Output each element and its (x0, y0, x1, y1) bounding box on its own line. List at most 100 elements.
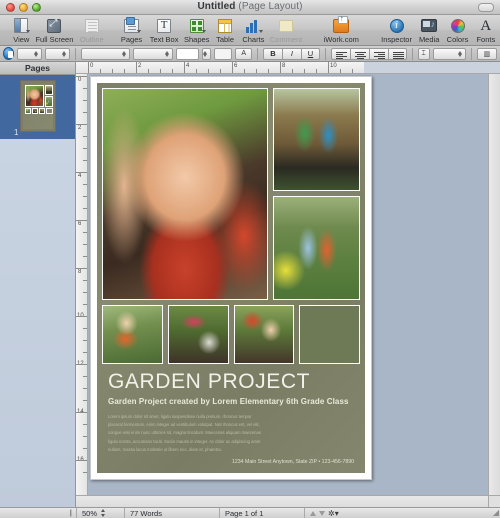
toolbar-label: Colors (446, 35, 469, 44)
text-style-group: B I U (262, 47, 320, 60)
table-icon (218, 18, 233, 33)
format-bar: A B I U ⌶ ▥ (0, 46, 500, 62)
ruler-tick-label: 4 (78, 173, 82, 179)
page-headline[interactable]: GARDEN PROJECT (108, 370, 354, 393)
page-body-text[interactable]: Lorem ipsum dolor sit amet, ligula suspe… (108, 413, 263, 454)
style-drawer-icon[interactable] (3, 47, 15, 60)
toolbar-button-media[interactable]: Media (415, 17, 443, 44)
photo-boy-with-garden-tool[interactable] (102, 305, 163, 364)
inspector-icon: i (389, 18, 404, 33)
font-size-field[interactable] (175, 47, 200, 60)
toolbar-button-iwork-com[interactable]: iWork.com (320, 15, 363, 45)
photo-two-students-on-garden-structure[interactable] (273, 88, 360, 191)
toolbar-label: Charts (242, 35, 265, 44)
bold-button[interactable]: B (262, 47, 282, 60)
paragraph-style-popup[interactable] (17, 47, 43, 60)
fonts-icon: A (480, 17, 492, 34)
vertical-ruler[interactable]: 0 2 4 6 8 10 12 14 16 (76, 74, 88, 495)
thumbnail-page-number: 1 (14, 128, 19, 137)
photo-watering-can-and-plants[interactable] (167, 305, 229, 364)
photo-boy-and-girl-standing-in-garden[interactable] (273, 196, 360, 300)
toolbar-button-charts[interactable]: Charts (239, 17, 267, 44)
align-justify-button[interactable] (387, 47, 407, 60)
chevron-down-icon (136, 30, 141, 33)
collage-row-bottom (102, 305, 360, 364)
toolbar-button-pages[interactable]: Pages (117, 16, 145, 44)
colors-icon (450, 18, 465, 33)
sidebar-resize-grip[interactable]: || (0, 510, 76, 517)
toolbar-button-full-screen[interactable]: Full Screen (35, 17, 73, 45)
ruler-tick-label: 0 (78, 77, 82, 83)
vertical-scrollbar[interactable] (488, 74, 500, 495)
zoom-control[interactable]: 50% (76, 507, 124, 518)
toolbar-button-text-box[interactable]: T Text Box (146, 17, 183, 44)
toolbar-button-inspector[interactable]: i Inspector (378, 17, 415, 44)
comment-icon (278, 19, 293, 32)
toolbar-label: Table (216, 35, 235, 44)
ruler-tick-label: 0 (90, 63, 94, 69)
text-box-icon: T (157, 18, 172, 33)
horizontal-scrollbar[interactable] (76, 495, 488, 507)
align-center-button[interactable] (349, 47, 369, 60)
align-left-button[interactable] (330, 47, 350, 60)
toolbar-button-table[interactable]: Table (211, 17, 239, 44)
toolbar-button-shapes[interactable]: Shapes (183, 17, 211, 44)
iwork-pages-window: Untitled (Page Layout) View Full Screen … (0, 0, 500, 518)
align-right-button[interactable] (368, 47, 388, 60)
divider (324, 47, 326, 60)
chevron-down-icon (258, 30, 263, 33)
nav-up-icon[interactable] (310, 510, 316, 516)
toolbar-label: Media (418, 35, 440, 44)
font-typeface-popup[interactable] (132, 47, 173, 60)
page-indicator: Page 1 of 1 (219, 507, 304, 518)
page-thumbnail[interactable] (19, 80, 56, 132)
columns-icon[interactable]: ▥ (476, 47, 497, 60)
ruler-tick-label: 4 (186, 63, 190, 69)
ruler-tick-label: 6 (78, 221, 82, 227)
nav-down-icon[interactable] (319, 510, 325, 516)
page-footer-contact[interactable]: 1234 Main Street Anytown, State ZIP • 12… (108, 459, 354, 465)
photo-lettuce-in-soil[interactable] (299, 305, 360, 364)
document-canvas[interactable]: GARDEN PROJECT Garden Project created by… (88, 74, 500, 495)
photo-students-planting-seedlings[interactable] (233, 305, 295, 364)
chevron-down-icon (201, 30, 206, 33)
font-family-popup[interactable] (81, 47, 130, 60)
divider (75, 47, 77, 60)
toolbar-label: Shapes (183, 35, 210, 44)
page-thumbnail-item[interactable] (0, 80, 75, 132)
toolbar-toggle-button[interactable] (478, 3, 494, 12)
toolbar-button-comment[interactable]: Comment (268, 17, 305, 44)
scrollbar-corner (488, 495, 500, 507)
page-subhead[interactable]: Garden Project created by Lorem Elementa… (108, 397, 354, 406)
pages-sidebar: Pages 1 (0, 62, 76, 518)
divider (257, 47, 258, 60)
title-bar: Untitled (Page Layout) (0, 0, 500, 15)
toolbar-button-colors[interactable]: Colors (443, 17, 471, 44)
font-color-swatch[interactable] (213, 47, 233, 60)
line-spacing-popup[interactable] (432, 47, 466, 60)
font-size-stepper[interactable] (202, 47, 211, 60)
toolbar-button-view[interactable]: View (7, 17, 35, 44)
text-color-icon[interactable]: A (235, 47, 253, 60)
window-resize-grip[interactable]: ◢ (493, 508, 499, 517)
window-title-mode: (Page Layout) (238, 1, 303, 12)
divider (470, 47, 472, 60)
underline-button[interactable]: U (300, 47, 320, 60)
document-page[interactable]: GARDEN PROJECT Garden Project created by… (90, 76, 372, 480)
gear-icon[interactable]: ✲▾ (328, 509, 339, 518)
toolbar-label: View (13, 35, 30, 44)
collage-row-top (102, 88, 360, 300)
italic-button[interactable]: I (281, 47, 301, 60)
zoom-stepper-icon[interactable] (101, 509, 106, 517)
photo-girl-blowing-seeds[interactable] (102, 88, 268, 300)
horizontal-ruler[interactable]: 0 2 4 6 8 10 (76, 62, 500, 74)
list-style-popup[interactable] (45, 47, 71, 60)
thumbnail-list: 1 (0, 75, 75, 139)
line-spacing-icon[interactable]: ⌶ (417, 47, 430, 60)
toolbar-button-fonts[interactable]: A Fonts (472, 17, 500, 44)
iwork-share-icon (333, 15, 350, 33)
chevron-down-icon (26, 30, 31, 33)
toolbar-label: Inspector (381, 35, 412, 44)
toolbar-button-outline[interactable]: Outline (73, 17, 110, 44)
main-toolbar: View Full Screen Outline Pages T Text Bo… (0, 15, 500, 46)
